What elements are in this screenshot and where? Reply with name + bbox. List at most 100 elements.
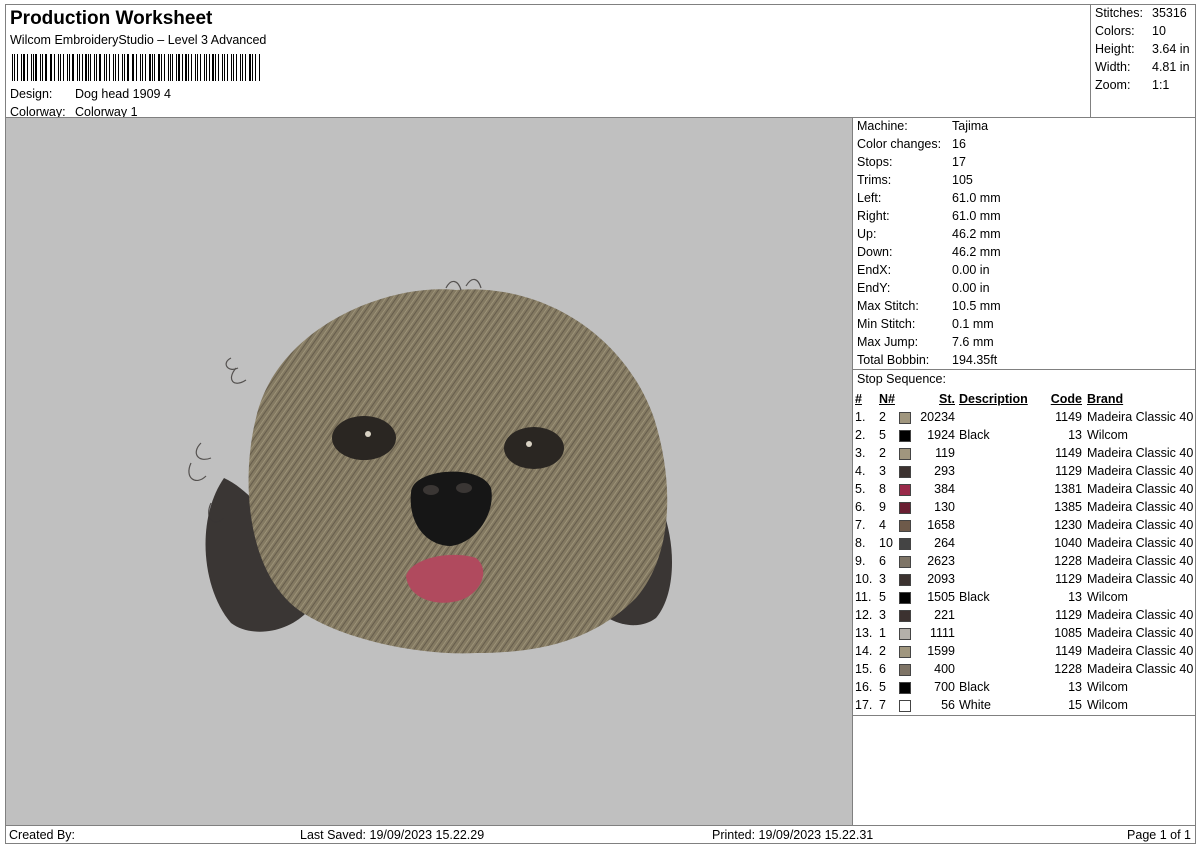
machine-label: Trims: [857,173,892,187]
table-row: 11. 5 1505 Black 13 Wilcom [855,588,1194,606]
barcode-bar [157,54,160,81]
machine-label: EndX: [857,263,892,277]
barcode-bar [167,54,169,81]
col-swatch [899,390,914,408]
barcode-bar [23,54,26,81]
thread-color-swatch [899,429,911,442]
stitch-count: 2623 [927,554,955,568]
summary-row: Stitches: 35316 [1095,6,1187,24]
needle-number: 2 [879,644,886,658]
thread-code: 1228 [1054,554,1082,568]
thread-brand: Madeira Classic 40 [1087,518,1194,532]
color-swatch [899,426,914,444]
color-description: Black [959,590,990,604]
col-needle: N# [879,392,895,406]
last-saved: Last Saved: 19/09/2023 15.22.29 [300,828,485,842]
stitch-count: 2093 [927,572,955,586]
machine-value: 61.0 mm [952,191,1001,205]
table-row: 10. 3 2093 1129 Madeira Classic 40 [855,570,1194,588]
thread-code: 1129 [1055,608,1082,622]
blank-panel [852,715,1196,826]
summary-label: Stitches: [1095,6,1143,20]
barcode-bar [149,54,151,81]
row-number: 8. [855,536,866,550]
thread-code: 1040 [1054,536,1082,550]
thread-brand: Madeira Classic 40 [1087,536,1194,550]
thread-color-swatch [899,645,911,658]
color-swatch [899,588,914,606]
barcode-bar [239,54,242,81]
machine-label: Max Stitch: [857,299,919,313]
row-number: 9. [855,554,866,568]
row-number: 12. [855,608,873,622]
design-value: Dog head 1909 4 [75,87,171,101]
color-description [955,516,1036,534]
barcode-bar [67,54,69,81]
summary-value: 35316 [1152,6,1187,20]
machine-label: Min Stitch: [857,317,916,331]
barcode-bar [72,54,75,81]
machine-value: 16 [952,137,966,151]
row-number: 1. [855,410,866,424]
barcode-bar [181,54,183,81]
barcode-bar [58,54,60,81]
barcode-bar [17,54,18,81]
thread-color-swatch [899,411,911,424]
barcode-bar [142,54,143,81]
machine-row: Stops: 17 [857,155,966,173]
row-number: 16. [855,680,873,694]
worksheet-header: Production Worksheet Wilcom EmbroiderySt… [5,4,1091,119]
thread-code: 1149 [1055,446,1082,460]
summary-row: Colors: 10 [1095,24,1166,42]
machine-value: 0.1 mm [952,317,994,331]
stitch-count: 130 [934,500,955,514]
barcode-bar [49,54,51,81]
machine-value: 7.6 mm [952,335,994,349]
needle-number: 5 [879,590,886,604]
thread-brand: Madeira Classic 40 [1087,554,1194,568]
stitch-count: 119 [935,446,955,460]
barcode-bar [255,54,256,81]
row-number: 14. [855,644,873,658]
thread-code: 1385 [1054,500,1082,514]
barcode-bar [69,54,71,81]
barcode-bar [41,54,43,81]
machine-label: Down: [857,245,893,259]
needle-number: 3 [879,608,886,622]
thread-color-swatch [899,573,911,586]
barcode-bar [51,54,53,81]
needle-number: 2 [879,410,886,424]
thread-brand: Madeira Classic 40 [1087,410,1194,424]
barcode-bar [14,54,16,81]
barcode-bar [104,54,106,81]
color-swatch [899,624,914,642]
barcode-bar [106,54,108,81]
barcode-bar [194,54,196,81]
stop-sequence-table: # N# St. Description Code Brand 1. 2 20234… [855,390,1194,714]
thread-brand: Madeira Classic 40 [1087,482,1194,496]
color-swatch [899,534,914,552]
thread-code: 1129 [1055,464,1082,478]
needle-number: 3 [879,464,886,478]
table-row: 8. 10 264 1040 Madeira Classic 40 [855,534,1194,552]
summary-label: Width: [1095,60,1131,74]
machine-row: Right: 61.0 mm [857,209,1001,227]
printed-date: Printed: 19/09/2023 15.22.31 [712,828,874,842]
thread-code: 15 [1068,698,1082,712]
barcode-bar [191,54,192,81]
stop-sequence-panel: Stop Sequence: # N# St. Description Code… [852,369,1196,716]
row-number: 11. [855,590,872,604]
color-description [955,408,1036,426]
thread-color-swatch [899,663,911,676]
thread-brand: Madeira Classic 40 [1087,572,1194,586]
color-description [955,624,1036,642]
barcode-bar [196,54,198,81]
thread-color-swatch [899,591,911,604]
thread-color-swatch [899,537,911,550]
table-row: 5. 8 384 1381 Madeira Classic 40 [855,480,1194,498]
thread-color-swatch [899,699,911,712]
row-number: 4. [855,464,866,478]
barcode-bar [123,54,125,81]
barcode-bar [224,54,225,81]
barcode-bar [231,54,232,81]
